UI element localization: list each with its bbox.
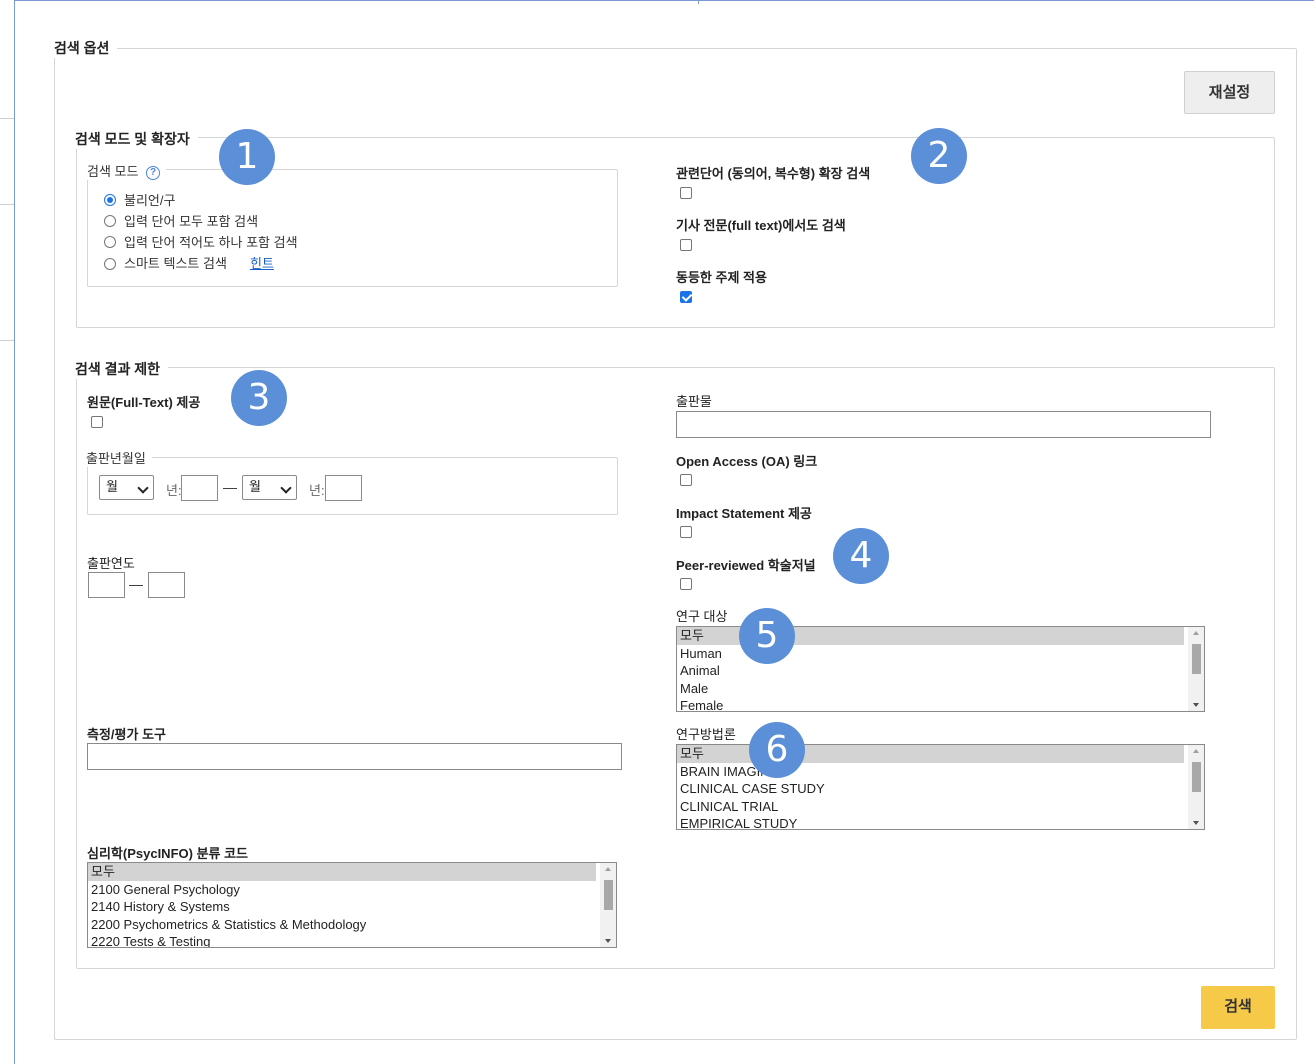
population-label: 연구 대상 — [676, 609, 728, 624]
expander-equivalent-subjects-label: 동등한 주제 적용 — [676, 270, 767, 285]
scroll-thumb[interactable] — [1192, 762, 1201, 792]
methodology-option[interactable]: EMPIRICAL STUDY — [677, 815, 1204, 829]
search-options-title: 검색 옵션 — [54, 38, 118, 58]
scroll-down-icon[interactable] — [1193, 821, 1199, 825]
full-text-label: 원문(Full-Text) 제공 — [87, 395, 201, 410]
annotation-badge-3: 3 — [231, 370, 287, 426]
radio-smart-text-label: 스마트 텍스트 검색 — [124, 256, 227, 271]
scroll-up-icon[interactable] — [605, 867, 611, 871]
population-option[interactable]: Male — [677, 680, 1204, 698]
month-from-value: 월 — [106, 479, 118, 494]
year-from-label: 년: — [166, 483, 182, 498]
chevron-down-icon — [137, 482, 149, 494]
pub-year-label: 출판연도 — [87, 556, 135, 571]
classification-option[interactable]: 2140 History & Systems — [88, 898, 616, 916]
methodology-scrollbar[interactable] — [1188, 745, 1204, 829]
classification-listbox[interactable]: 모두 2100 General Psychology 2140 History … — [87, 862, 617, 948]
search-mode-legend: 검색 모드 ? — [87, 161, 167, 180]
methodology-option[interactable]: CLINICAL CASE STUDY — [677, 780, 1204, 798]
limit-section-title: 검색 결과 제한 — [75, 359, 169, 379]
year-from-input[interactable] — [181, 475, 218, 501]
expander-related-words-label: 관련단어 (동의어, 복수형) 확장 검색 — [676, 166, 871, 181]
population-option[interactable]: Female — [677, 697, 1204, 711]
peer-reviewed-checkbox[interactable] — [680, 578, 692, 590]
measure-label: 측정/평가 도구 — [87, 727, 166, 742]
hint-link[interactable]: 힌트 — [250, 253, 274, 272]
methodology-label: 연구방법론 — [676, 727, 736, 742]
publication-label: 출판물 — [676, 394, 712, 409]
reset-button[interactable]: 재설정 — [1184, 71, 1275, 114]
frame-left-border — [14, 0, 15, 1064]
annotation-badge-1: 1 — [219, 129, 275, 185]
scroll-thumb[interactable] — [1192, 644, 1201, 674]
classification-option[interactable]: 2220 Tests & Testing — [88, 933, 616, 947]
impact-statement-label: Impact Statement 제공 — [676, 506, 812, 521]
month-from-select[interactable]: 월 — [99, 475, 154, 500]
classification-scrollbar[interactable] — [600, 863, 616, 947]
annotation-badge-4: 4 — [833, 528, 889, 584]
scroll-down-icon[interactable] — [1193, 703, 1199, 707]
population-scrollbar[interactable] — [1188, 627, 1204, 711]
radio-boolean-label: 불리언/구 — [124, 193, 176, 208]
scroll-up-icon[interactable] — [1193, 749, 1199, 753]
annotation-badge-6: 6 — [749, 722, 805, 778]
open-access-label: Open Access (OA) 링크 — [676, 454, 818, 469]
publication-input[interactable] — [676, 411, 1211, 438]
search-button[interactable]: 검색 — [1201, 986, 1275, 1029]
search-mode-title: 검색 모드 — [87, 164, 139, 179]
frame-top-border — [14, 0, 1314, 1]
peer-reviewed-label: Peer-reviewed 학술저널 — [676, 558, 816, 573]
left-divider — [0, 118, 14, 119]
expander-full-text-checkbox[interactable] — [680, 239, 692, 251]
measure-input[interactable] — [87, 743, 622, 770]
year-to-label: 년: — [309, 483, 325, 498]
month-to-select[interactable]: 월 — [242, 475, 297, 500]
full-text-checkbox[interactable] — [91, 416, 103, 428]
mode-expander-title: 검색 모드 및 확장자 — [75, 129, 198, 149]
radio-all-words-label: 입력 단어 모두 포함 검색 — [124, 214, 259, 229]
classification-option[interactable]: 모두 — [88, 863, 596, 881]
annotation-badge-5: 5 — [739, 608, 795, 664]
classification-option[interactable]: 2200 Psychometrics & Statistics & Method… — [88, 916, 616, 934]
pub-year-to-input[interactable] — [148, 572, 185, 598]
methodology-option[interactable]: CLINICAL TRIAL — [677, 798, 1204, 816]
date-range-dash: — — [223, 479, 237, 495]
open-access-checkbox[interactable] — [680, 474, 692, 486]
population-option[interactable]: Animal — [677, 662, 1204, 680]
expander-full-text-label: 기사 전문(full text)에서도 검색 — [676, 218, 846, 233]
scroll-up-icon[interactable] — [1193, 631, 1199, 635]
radio-any-word[interactable] — [104, 236, 116, 248]
chevron-down-icon — [280, 482, 292, 494]
pub-date-title: 출판년월일 — [86, 448, 152, 467]
year-to-input[interactable] — [325, 475, 362, 501]
radio-any-word-label: 입력 단어 적어도 하나 포함 검색 — [124, 235, 298, 250]
pub-year-from-input[interactable] — [88, 572, 125, 598]
impact-statement-checkbox[interactable] — [680, 526, 692, 538]
classification-label: 심리학(PsycINFO) 분류 코드 — [87, 846, 249, 861]
month-to-value: 월 — [249, 479, 261, 494]
scroll-down-icon[interactable] — [605, 939, 611, 943]
pub-year-dash: — — [129, 576, 143, 592]
radio-boolean[interactable] — [104, 194, 116, 206]
annotation-badge-2: 2 — [911, 128, 967, 184]
classification-option[interactable]: 2100 General Psychology — [88, 881, 616, 899]
left-divider — [0, 204, 14, 205]
expander-related-words-checkbox[interactable] — [680, 187, 692, 199]
left-divider — [0, 340, 14, 341]
scroll-thumb[interactable] — [604, 880, 613, 910]
radio-all-words[interactable] — [104, 215, 116, 227]
help-icon[interactable]: ? — [146, 165, 161, 180]
frame-tick — [698, 0, 699, 4]
radio-smart-text[interactable] — [104, 258, 116, 270]
expander-equivalent-subjects-checkbox[interactable] — [680, 291, 692, 303]
